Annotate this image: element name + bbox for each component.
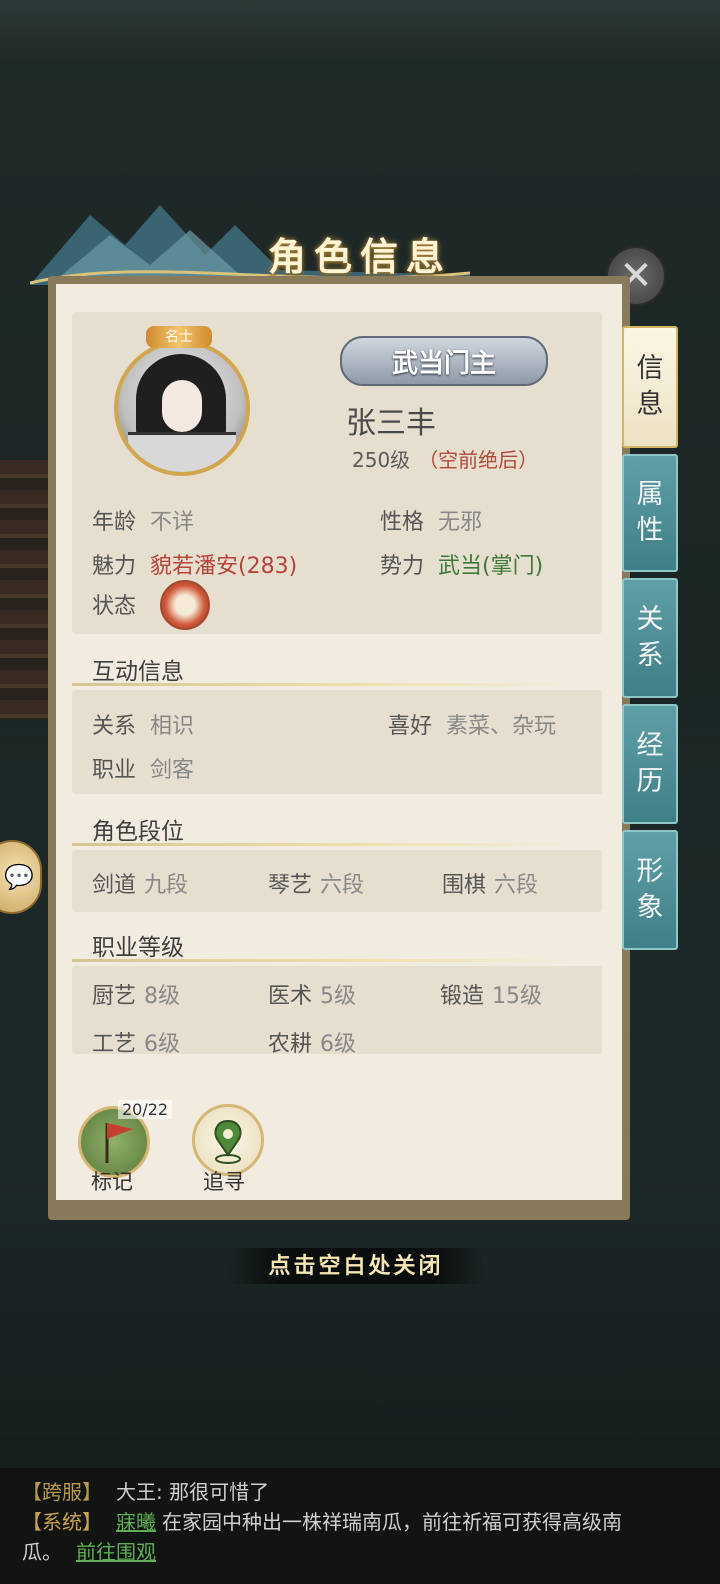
chat-channel-tag: 【跨服】	[22, 1480, 102, 1504]
chat-bar[interactable]: 【跨服】 大王: 那很可惜了 【系统】 寐曦 在家园中种出一株祥瑞南瓜，前往祈福可获得…	[0, 1468, 720, 1584]
rank-label: 琴艺	[268, 873, 313, 898]
chat-line: 瓜。 前往围观	[22, 1536, 156, 1565]
status-icon[interactable]	[160, 580, 210, 630]
close-hint[interactable]: 点击空白处关闭	[228, 1248, 484, 1284]
faction-value: 武当(掌门)	[438, 554, 544, 579]
tab-attributes[interactable]: 属 性	[622, 454, 678, 572]
background-top	[0, 0, 720, 60]
relation-label: 关系	[92, 714, 137, 739]
relation-value: 相识	[150, 714, 195, 739]
skill-value: 6级	[320, 1032, 357, 1057]
skill-label: 医术	[268, 984, 313, 1009]
chat-bubble-button[interactable]: 💬	[0, 840, 42, 914]
chat-line: 【跨服】 大王: 那很可惜了	[22, 1476, 269, 1505]
character-level: 250级 （空前绝后）	[352, 444, 538, 473]
skill-value: 5级	[320, 984, 357, 1009]
job-label: 职业	[92, 758, 137, 783]
skill-label: 农耕	[268, 1032, 313, 1057]
title-badge: 武当门主	[340, 336, 548, 386]
age-row: 年龄 不详	[92, 504, 194, 536]
chat-line: 【系统】 寐曦 在家园中种出一株祥瑞南瓜，前往祈福可获得高级南	[22, 1506, 622, 1535]
chat-goto-link[interactable]: 前往围观	[76, 1540, 156, 1564]
hobby-label: 喜好	[388, 714, 433, 739]
chat-channel-tag: 【系统】	[22, 1510, 102, 1534]
section-skills-title: 职业等级	[70, 928, 602, 962]
status-label: 状态	[92, 594, 137, 619]
skill-value: 15级	[492, 984, 543, 1009]
relation-row: 关系 相识	[92, 708, 194, 740]
faction-label: 势力	[380, 554, 425, 579]
skill-label: 厨艺	[92, 984, 137, 1009]
age-label: 年龄	[92, 510, 137, 535]
rank-value: 六段	[494, 873, 539, 898]
personality-row: 性格 无邪	[380, 504, 482, 536]
chat-user-link[interactable]: 寐曦	[116, 1510, 156, 1534]
tab-info[interactable]: 信 息	[622, 326, 678, 448]
tab-experience[interactable]: 经 历	[622, 704, 678, 824]
charm-value: 貌若潘安(283)	[150, 554, 298, 579]
skill-value: 8级	[144, 984, 181, 1009]
avatar[interactable]	[114, 340, 250, 476]
skill-item: 农耕 6级	[268, 1026, 356, 1058]
tab-appearance[interactable]: 形 象	[622, 830, 678, 950]
chat-message: 在家园中种出一株祥瑞南瓜，前往祈福可获得高级南	[162, 1510, 622, 1534]
mark-label: 标记	[91, 1170, 133, 1194]
skill-value: 6级	[144, 1032, 181, 1057]
tab-relations[interactable]: 关 系	[622, 578, 678, 698]
rank-item: 琴艺 六段	[268, 867, 364, 899]
status-row: 状态	[92, 588, 136, 620]
chat-icon: 💬	[4, 863, 34, 891]
section-interaction-title: 互动信息	[70, 652, 602, 686]
level-rank: （空前绝后）	[418, 448, 539, 472]
faction-row: 势力 武当(掌门)	[380, 548, 543, 580]
job-row: 职业 剑客	[92, 752, 194, 784]
job-value: 剑客	[150, 758, 195, 783]
skill-label: 锻造	[440, 984, 485, 1009]
rank-label: 剑道	[92, 873, 137, 898]
charm-row: 魅力 貌若潘安(283)	[92, 548, 297, 580]
window-title: 角色信息	[267, 234, 452, 279]
personality-value: 无邪	[438, 510, 483, 535]
level-value: 250级	[352, 448, 411, 472]
skill-item: 医术 5级	[268, 978, 356, 1010]
hobby-value: 素菜、杂玩	[446, 714, 557, 739]
avatar-robe	[128, 432, 236, 472]
mark-count: 20/22	[118, 1100, 173, 1119]
skill-item: 锻造 15级	[440, 978, 542, 1010]
skill-item: 工艺 6级	[92, 1026, 180, 1058]
avatar-face	[162, 380, 202, 432]
rank-label: 围棋	[442, 873, 487, 898]
rank-item: 围棋 六段	[442, 867, 538, 899]
skill-item: 厨艺 8级	[92, 978, 180, 1010]
avatar-badge: 名士	[146, 326, 212, 348]
track-label: 追寻	[203, 1170, 245, 1194]
rank-value: 六段	[320, 873, 365, 898]
location-pin-icon	[214, 1119, 242, 1164]
rank-item: 剑道 九段	[92, 867, 188, 899]
personality-label: 性格	[380, 510, 425, 535]
chat-message: 瓜。	[22, 1540, 62, 1564]
chat-message: 大王: 那很可惜了	[116, 1480, 270, 1504]
rank-value: 九段	[144, 873, 189, 898]
hobby-row: 喜好 素菜、杂玩	[388, 708, 556, 740]
charm-label: 魅力	[92, 554, 137, 579]
background-building	[0, 460, 52, 720]
section-ranks-title: 角色段位	[70, 812, 602, 846]
character-name: 张三丰	[346, 406, 436, 441]
age-value: 不详	[150, 510, 195, 535]
skill-label: 工艺	[92, 1032, 137, 1057]
